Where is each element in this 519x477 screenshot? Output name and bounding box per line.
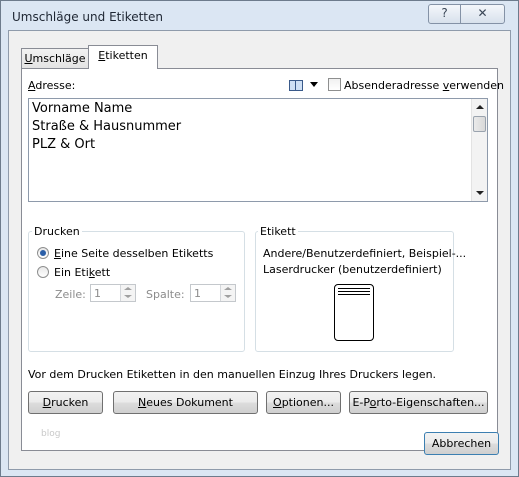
sender-address-label[interactable]: Absenderadresse verwenden: [344, 79, 504, 92]
spinner-arrows-icon[interactable]: [220, 285, 235, 301]
eporto-properties-button[interactable]: E-Porto-Eigenschaften...: [349, 391, 488, 414]
new-document-button[interactable]: Neues Dokument: [113, 391, 258, 414]
label-sheet-preview[interactable]: [334, 284, 374, 341]
dialog-window: Umschläge und Etiketten ? ✕ Umschläge Et…: [0, 0, 519, 477]
row-spinner[interactable]: 1: [90, 284, 136, 302]
tab-etiketten[interactable]: Etiketten: [88, 45, 158, 69]
radio-label-post: ett: [94, 266, 111, 279]
radio-label-accel: E: [54, 247, 61, 260]
help-icon: ?: [441, 6, 448, 20]
btn-post: ptionen...: [281, 396, 334, 409]
dialog-title: Umschläge und Etiketten: [12, 10, 163, 24]
label-group-title: Etikett: [258, 225, 298, 238]
address-line: Vorname Name: [32, 101, 133, 116]
column-spinner[interactable]: 1: [190, 284, 236, 302]
btn-post: eues Dokument: [146, 396, 233, 409]
column-label: Spalte:: [146, 288, 185, 301]
sender-address-checkbox[interactable]: [328, 78, 341, 91]
btn-pre: E-P: [352, 396, 370, 409]
tab-label-post: tiketten: [105, 49, 148, 62]
watermark-text: blog: [41, 429, 61, 439]
chevron-down-icon[interactable]: [310, 82, 318, 87]
address-book-icon[interactable]: [289, 80, 303, 91]
help-button[interactable]: ?: [428, 4, 461, 24]
tab-label-post: mschläge: [32, 52, 86, 65]
radio-single-label[interactable]: [37, 266, 49, 278]
scroll-thumb[interactable]: [473, 116, 486, 132]
btn-post: rto-Eigenschaften...: [376, 396, 485, 409]
address-line: PLZ & Ort: [32, 137, 96, 152]
label-product-line2: Laserdrucker (benutzerdefiniert): [263, 263, 442, 276]
btn-label: Abbrechen: [431, 437, 492, 450]
btn-post: rucken: [51, 396, 89, 409]
options-button[interactable]: Optionen...: [266, 391, 341, 414]
label-sheet-line: [338, 288, 370, 289]
cancel-button[interactable]: Abbrechen: [424, 432, 499, 455]
radio-full-page-label[interactable]: Eine Seite desselben Etiketts: [54, 247, 213, 260]
title-bar[interactable]: Umschläge und Etiketten ? ✕: [1, 1, 518, 31]
label-sheet-line: [338, 291, 370, 292]
address-textarea[interactable]: Vorname Name Straße & Hausnummer PLZ & O…: [28, 98, 488, 202]
btn-accel: O: [273, 396, 282, 409]
scroll-down-icon[interactable]: [476, 191, 484, 195]
sender-label-post: erwenden: [449, 79, 505, 92]
close-button[interactable]: ✕: [460, 4, 505, 24]
radio-single-label-text[interactable]: Ein Etikett: [54, 266, 110, 279]
tab-label-accel: U: [24, 52, 33, 65]
address-line: Straße & Hausnummer: [32, 119, 182, 134]
address-label-text: dresse:: [35, 79, 76, 92]
scroll-up-icon[interactable]: [476, 105, 484, 109]
label-product-line1: Andere/Benutzerdefiniert, Beispiel-...: [263, 247, 467, 260]
hint-text: Vor dem Drucken Etiketten in den manuell…: [28, 368, 437, 381]
radio-full-page[interactable]: [37, 247, 49, 259]
column-value: 1: [194, 287, 201, 300]
row-label: Zeile:: [55, 288, 86, 301]
print-button[interactable]: Drucken: [28, 391, 103, 414]
address-label: Adresse:: [28, 79, 75, 92]
sender-label-pre: Absenderadresse: [344, 79, 443, 92]
tab-umschlaege[interactable]: Umschläge: [21, 48, 89, 68]
spinner-arrows-icon[interactable]: [120, 285, 135, 301]
btn-accel: N: [138, 396, 147, 409]
address-scrollbar[interactable]: [471, 99, 487, 201]
radio-label-pre: Ein Eti: [54, 266, 89, 279]
radio-label-post: ine Seite desselben Etiketts: [60, 247, 214, 260]
btn-accel: D: [42, 396, 52, 409]
row-value: 1: [94, 287, 101, 300]
print-group-title: Drucken: [32, 225, 82, 238]
label-sheet-line: [338, 294, 370, 295]
close-icon: ✕: [477, 6, 488, 20]
